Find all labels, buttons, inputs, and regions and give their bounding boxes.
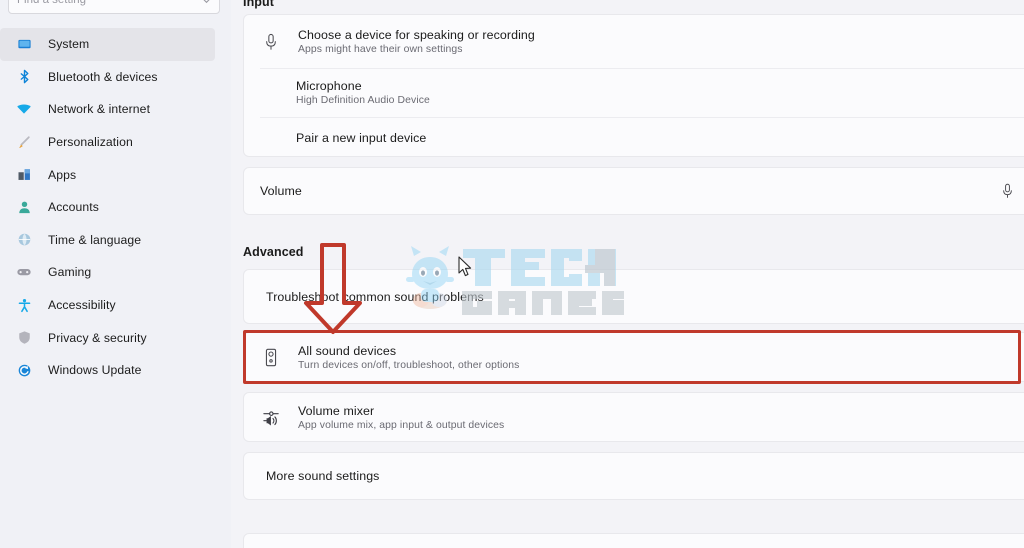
shield-icon: [14, 328, 34, 348]
wifi-icon: [14, 99, 34, 119]
brush-icon: [14, 132, 34, 152]
gamepad-icon: [14, 262, 34, 282]
sidebar-item-label: Windows Update: [48, 363, 142, 378]
more-sound-settings-title: More sound settings: [266, 469, 380, 483]
sidebar-item-label: Accounts: [48, 200, 99, 215]
sidebar-item-label: Time & language: [48, 232, 142, 247]
search-placeholder: Find a setting: [17, 0, 87, 6]
sidebar-item-label: Accessibility: [48, 298, 116, 313]
microphone-icon: [1001, 183, 1014, 199]
input-section-header: Input: [243, 0, 275, 9]
advanced-section-header: Advanced: [243, 245, 304, 259]
sidebar-item-apps[interactable]: Apps: [0, 158, 215, 191]
globe-icon: [14, 230, 34, 250]
more-sound-settings-card[interactable]: More sound settings: [243, 452, 1024, 500]
chevron-down-icon: [202, 0, 211, 5]
sidebar-item-system[interactable]: System: [0, 28, 215, 61]
sidebar-item-time-language[interactable]: Time & language: [0, 224, 215, 257]
sidebar-item-bluetooth-devices[interactable]: Bluetooth & devices: [0, 61, 215, 94]
sidebar-item-label: Bluetooth & devices: [48, 69, 158, 84]
choose-device-subtitle: Apps might have their own settings: [298, 44, 463, 55]
volume-row: Volume 96: [244, 168, 1024, 214]
next-card-partial: [243, 533, 1024, 548]
more-sound-settings-row[interactable]: More sound settings: [244, 453, 1024, 499]
troubleshoot-title: Troubleshoot common sound problems: [266, 289, 484, 304]
settings-window: Find a setting System Bluetooth & device…: [0, 0, 1024, 548]
all-sound-devices-title: All sound devices: [298, 343, 397, 358]
search-input[interactable]: Find a setting: [8, 0, 220, 14]
sidebar-item-label: Gaming: [48, 265, 92, 280]
sidebar-item-accessibility[interactable]: Accessibility: [0, 289, 215, 322]
all-sound-devices-card[interactable]: All sound devices Turn devices on/off, t…: [243, 332, 1024, 382]
accessibility-icon: [14, 295, 34, 315]
volume-card: Volume 96: [243, 167, 1024, 215]
sidebar-item-privacy-security[interactable]: Privacy & security: [0, 321, 215, 354]
microphone-device-row[interactable]: Microphone High Definition Audio Device: [244, 68, 1024, 117]
volume-mixer-subtitle: App volume mix, app input & output devic…: [298, 419, 505, 431]
sidebar-item-label: Personalization: [48, 135, 133, 150]
volume-mixer-row[interactable]: Volume mixer App volume mix, app input &…: [244, 393, 1024, 441]
sidebar-item-network-internet[interactable]: Network & internet: [0, 93, 215, 126]
person-icon: [14, 197, 34, 217]
volume-mixer-icon: [260, 408, 282, 427]
troubleshoot-card: Troubleshoot common sound problems Outpu…: [243, 269, 1024, 324]
choose-device-title: Choose a device for speaking or recordin…: [298, 28, 535, 42]
apps-icon: [14, 165, 34, 185]
sidebar-item-label: Network & internet: [48, 102, 151, 117]
pair-input-device-row: Pair a new input device Add device: [244, 117, 1024, 156]
input-devices-card: Choose a device for speaking or recordin…: [243, 14, 1024, 157]
sidebar-nav: System Bluetooth & devices Network & int…: [0, 28, 231, 387]
sidebar-item-accounts[interactable]: Accounts: [0, 191, 215, 224]
volume-mixer-card[interactable]: Volume mixer App volume mix, app input &…: [243, 392, 1024, 442]
sidebar-item-label: Privacy & security: [48, 330, 147, 345]
microphone-device-subtitle: High Definition Audio Device: [296, 95, 430, 106]
speaker-device-icon: [260, 348, 282, 367]
microphone-icon: [260, 33, 282, 51]
sidebar-item-label: System: [48, 37, 90, 52]
volume-slider[interactable]: 96: [1001, 183, 1024, 199]
all-sound-devices-subtitle: Turn devices on/off, troubleshoot, other…: [298, 359, 520, 371]
sidebar-item-windows-update[interactable]: Windows Update: [0, 354, 215, 387]
sidebar-item-label: Apps: [48, 167, 77, 182]
choose-device-row[interactable]: Choose a device for speaking or recordin…: [244, 15, 1024, 68]
sidebar-item-gaming[interactable]: Gaming: [0, 256, 215, 289]
sidebar: Find a setting System Bluetooth & device…: [0, 0, 231, 548]
settings-content: Input Choose a device for speaking or re…: [231, 0, 1024, 548]
microphone-device-title: Microphone: [296, 79, 362, 93]
troubleshoot-row: Troubleshoot common sound problems Outpu…: [244, 270, 1024, 323]
update-icon: [14, 360, 34, 380]
pair-device-title: Pair a new input device: [296, 130, 427, 145]
display-icon: [14, 34, 34, 54]
bluetooth-icon: [14, 67, 34, 87]
volume-label: Volume: [260, 184, 302, 198]
sidebar-item-personalization[interactable]: Personalization: [0, 126, 215, 159]
volume-mixer-title: Volume mixer: [298, 403, 375, 418]
all-sound-devices-row[interactable]: All sound devices Turn devices on/off, t…: [244, 333, 1024, 381]
